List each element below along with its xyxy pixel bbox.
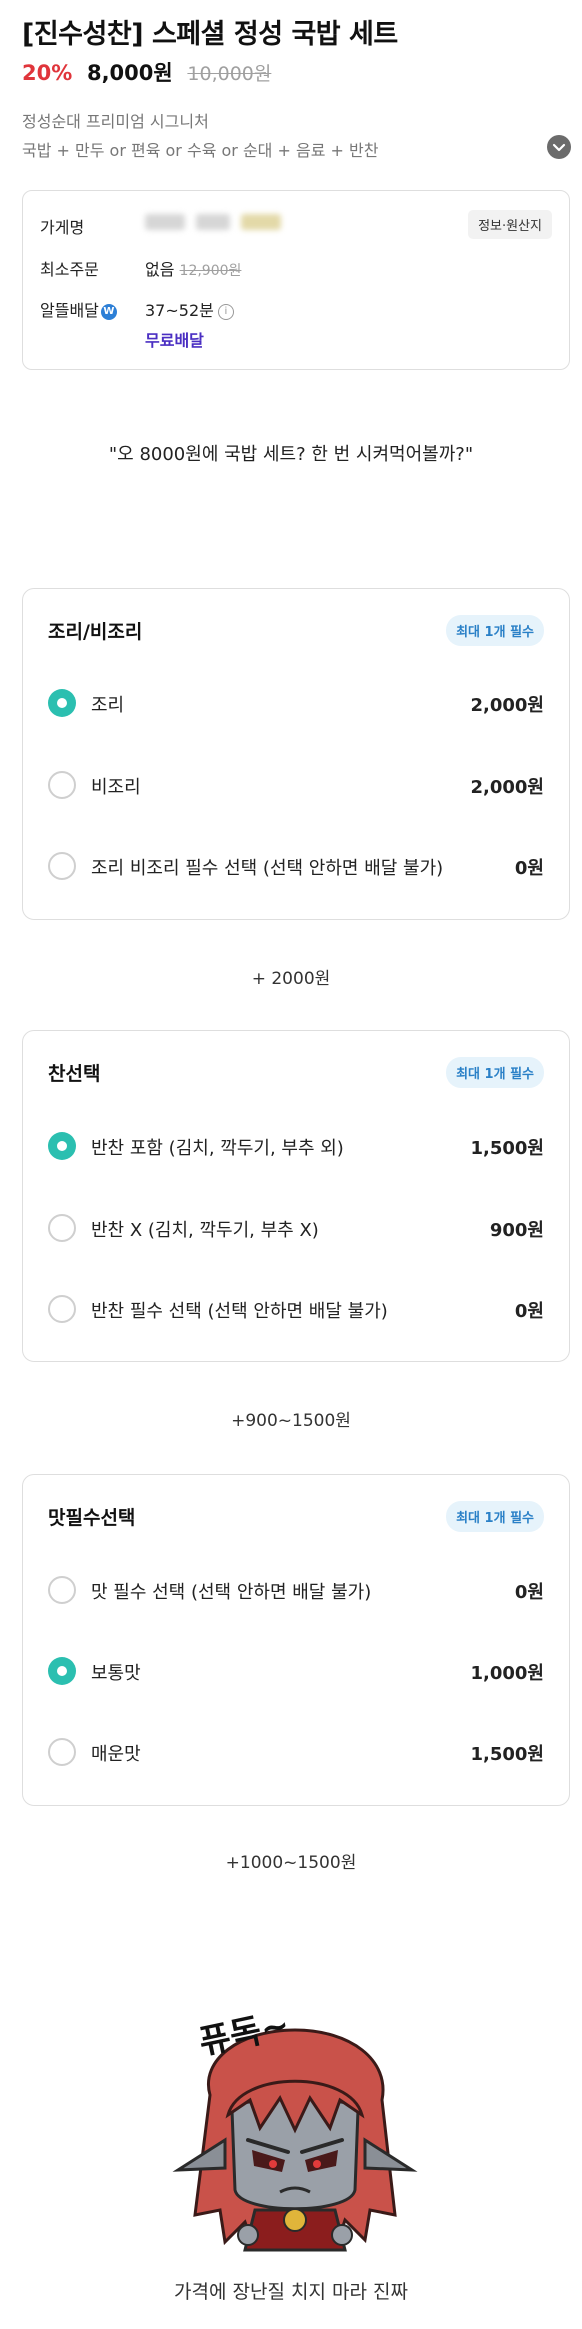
store-name-label: 가게명 [40, 218, 85, 237]
required-badge: 최대 1개 필수 [446, 1501, 544, 1532]
store-info-card: 가게명 정보·원산지 최소주문 없음 12,900원 알뜰배달 W 37~52분 i… [22, 190, 570, 370]
option-label: 조리 [91, 695, 125, 716]
product-title: [진수성찬] 스페셜 정성 국밥 세트 [22, 19, 398, 50]
option-label: 반찬 포함 (김치, 깍두기, 부추 외) [91, 1138, 344, 1159]
option-price: 2,000원 [470, 695, 545, 716]
option-item[interactable]: 매운맛 1,500원 [48, 1732, 544, 1772]
option-price: 2,000원 [470, 777, 545, 798]
option-price: 1,000원 [470, 1663, 545, 1684]
option-item[interactable]: 비조리 2,000원 [48, 765, 544, 805]
min-order-value: 없음 12,900원 [145, 256, 241, 280]
radio-unselected[interactable] [48, 1214, 76, 1242]
info-origin-button[interactable]: 정보·원산지 [468, 210, 552, 239]
option-group-title: 조리/비조리 [48, 621, 143, 643]
option-item[interactable]: 반찬 X (김치, 깍두기, 부추 X) 900원 [48, 1208, 544, 1248]
option-label: 매운맛 [91, 1744, 141, 1765]
option-price: 0원 [514, 1582, 544, 1603]
radio-unselected[interactable] [48, 771, 76, 799]
option-price: 1,500원 [470, 1138, 545, 1159]
delivery-label: 알뜰배달 W [40, 297, 117, 321]
commentary-quote: "오 8000원에 국밥 세트? 한 번 시켜먹어볼까?" [108, 444, 474, 465]
free-delivery: 무료배달 [145, 331, 204, 350]
delivery-time-text: 37~52분 [145, 301, 214, 320]
min-order-strike: 12,900원 [179, 263, 242, 279]
radio-unselected[interactable] [48, 852, 76, 880]
radio-selected[interactable] [48, 689, 76, 717]
option-item[interactable]: 맛 필수 선택 (선택 안하면 배달 불가) 0원 [48, 1570, 544, 1610]
info-icon[interactable]: i [217, 303, 234, 320]
option-item[interactable]: 반찬 포함 (김치, 깍두기, 부추 외) 1,500원 [48, 1126, 544, 1166]
alddeul-logo-icon: W [100, 303, 117, 320]
radio-unselected[interactable] [48, 1295, 76, 1323]
store-name-blurred [145, 214, 282, 234]
meme-caption: 가격에 장난질 치지 마라 진짜 [174, 2281, 408, 2303]
option-label: 반찬 필수 선택 (선택 안하면 배달 불가) [91, 1301, 388, 1322]
option-group-title: 찬선택 [48, 1063, 101, 1085]
chevron-down-icon[interactable] [547, 135, 571, 159]
required-badge: 최대 1개 필수 [446, 615, 544, 646]
sale-price: 8,000원 [86, 61, 173, 85]
radio-unselected[interactable] [48, 1576, 76, 1604]
discount-rate: 20% [22, 61, 73, 85]
option-group-cooking: 조리/비조리 최대 1개 필수 조리 2,000원 비조리 2,000원 조리 … [22, 588, 570, 920]
delivery-time: 37~52분 i [145, 297, 234, 321]
price-note: + 2000원 [251, 969, 331, 989]
product-components: 국밥 + 만두 or 편육 or 수육 or 순대 + 음료 + 반찬 [22, 141, 379, 160]
price-note: +1000~1500원 [225, 1853, 357, 1873]
option-item[interactable]: 보통맛 1,000원 [48, 1651, 544, 1691]
price-line: 20% 8,000원 10,000원 [22, 57, 271, 87]
min-order-text: 없음 [145, 260, 175, 279]
original-price: 10,000원 [187, 63, 272, 85]
option-price: 0원 [514, 858, 544, 879]
radio-selected[interactable] [48, 1132, 76, 1160]
option-price: 0원 [514, 1301, 544, 1322]
option-group-side-dish: 찬선택 최대 1개 필수 반찬 포함 (김치, 깍두기, 부추 외) 1,500… [22, 1030, 570, 1362]
radio-unselected[interactable] [48, 1738, 76, 1766]
option-price: 1,500원 [470, 1744, 545, 1765]
required-badge: 최대 1개 필수 [446, 1057, 544, 1088]
min-order-label: 최소주문 [40, 260, 99, 279]
option-item[interactable]: 반찬 필수 선택 (선택 안하면 배달 불가) 0원 [48, 1289, 544, 1329]
price-note: +900~1500원 [231, 1411, 351, 1431]
option-label: 조리 비조리 필수 선택 (선택 안하면 배달 불가) [91, 858, 444, 879]
option-label: 보통맛 [91, 1663, 141, 1684]
option-price: 900원 [489, 1220, 544, 1241]
radio-selected[interactable] [48, 1657, 76, 1685]
option-label: 비조리 [91, 777, 141, 798]
angry-character-illustration: 퓨독~ [170, 2000, 420, 2255]
option-group-title: 맛필수선택 [48, 1507, 136, 1529]
option-item[interactable]: 조리 비조리 필수 선택 (선택 안하면 배달 불가) 0원 [48, 846, 544, 886]
option-group-taste: 맛필수선택 최대 1개 필수 맛 필수 선택 (선택 안하면 배달 불가) 0원… [22, 1474, 570, 1806]
option-label: 맛 필수 선택 (선택 안하면 배달 불가) [91, 1582, 372, 1603]
option-label: 반찬 X (김치, 깍두기, 부추 X) [91, 1220, 319, 1241]
option-item[interactable]: 조리 2,000원 [48, 683, 544, 723]
delivery-type: 알뜰배달 [40, 301, 99, 320]
product-tagline: 정성순대 프리미엄 시그니처 [22, 112, 209, 131]
